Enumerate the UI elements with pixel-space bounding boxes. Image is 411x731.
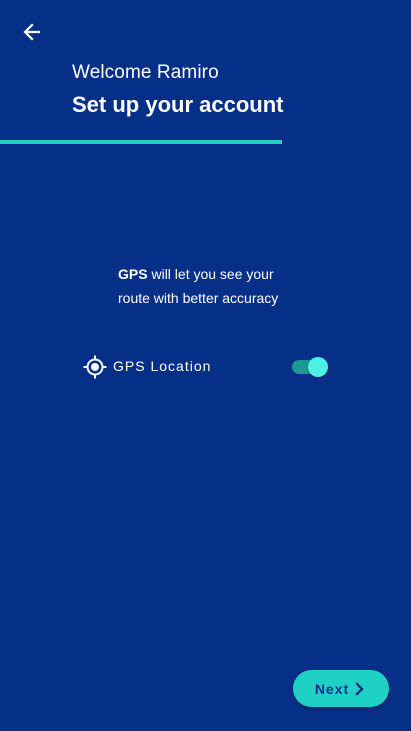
gps-target-icon [83,355,107,379]
chevron-right-icon [353,681,367,696]
gps-setting-row: GPS Location [82,352,332,382]
back-button[interactable] [16,16,48,48]
gps-location-toggle[interactable] [292,357,328,377]
welcome-text: Welcome Ramiro [72,62,219,83]
arrow-left-icon [23,23,41,41]
toggle-thumb [308,357,328,377]
setup-screen: Welcome Ramiro Set up your account GPS w… [0,0,411,731]
page-title: Set up your account [72,92,284,117]
next-button[interactable]: Next [293,670,389,707]
progress-bar [0,140,411,144]
progress-bar-fill [0,140,282,144]
gps-location-label: GPS Location [113,358,212,374]
gps-description-bold: GPS [118,266,148,282]
next-button-label: Next [314,680,350,697]
gps-description: GPS will let you see your route with bet… [118,262,308,310]
